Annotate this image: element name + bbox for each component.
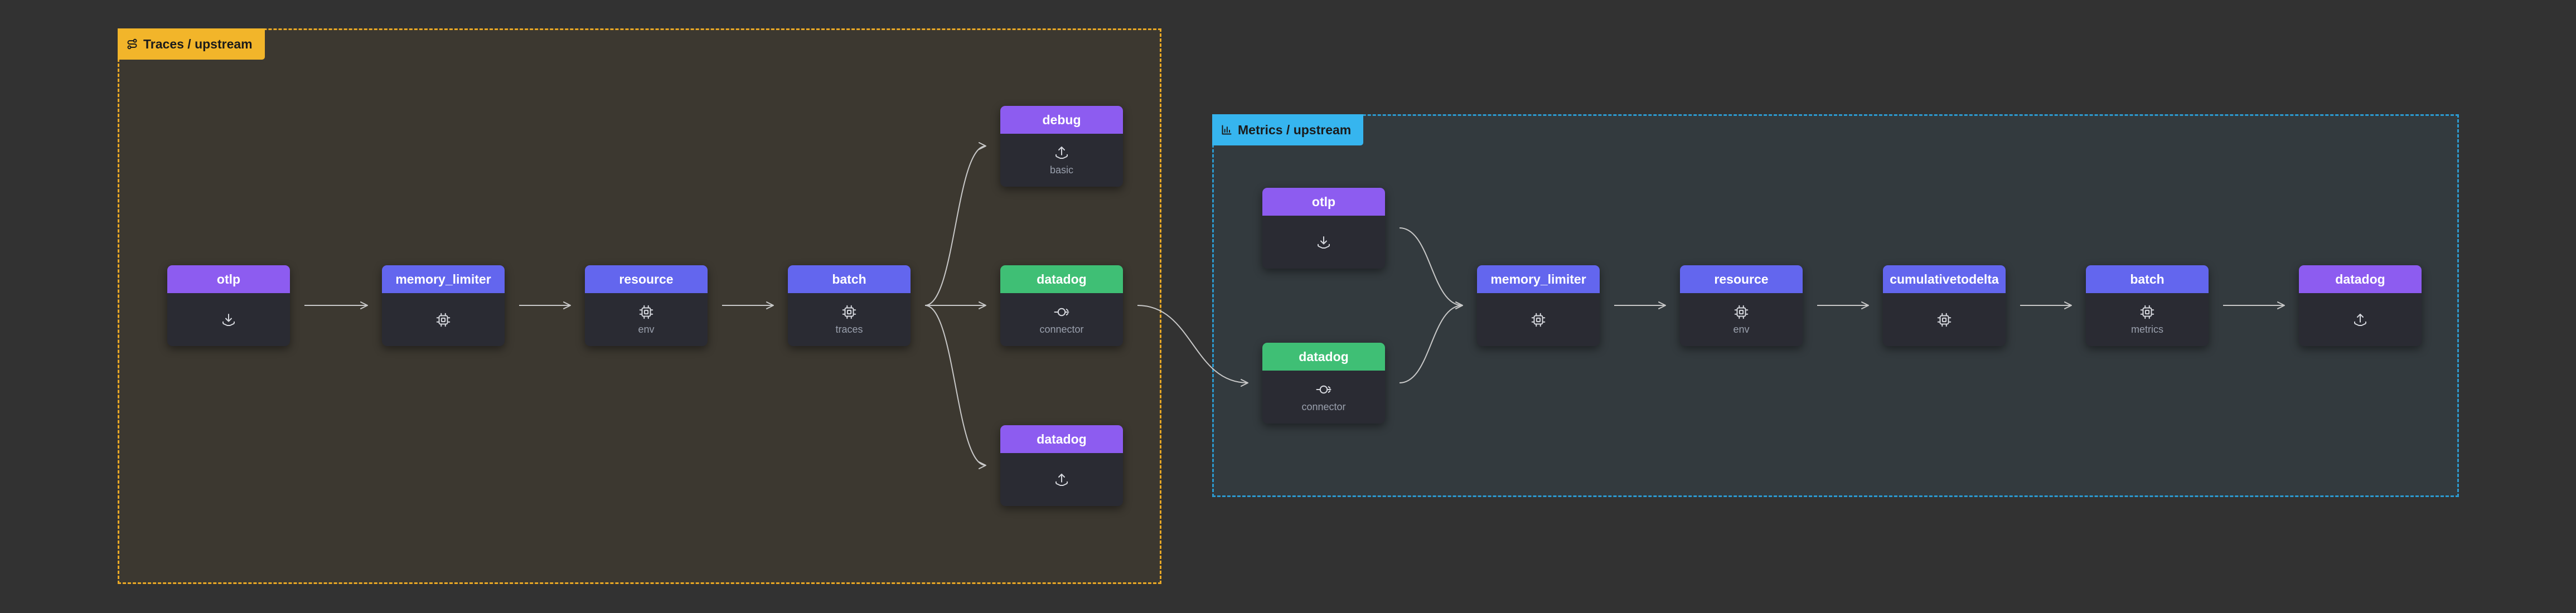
node-header: batch bbox=[2086, 265, 2209, 293]
node-header: otlp bbox=[167, 265, 290, 293]
node-subtitle: metrics bbox=[2131, 324, 2163, 335]
connector-icon bbox=[1316, 385, 1331, 394]
node-subtitle: traces bbox=[835, 324, 863, 335]
node-subtitle: env bbox=[638, 324, 655, 335]
node-header: datadog bbox=[1000, 425, 1123, 453]
node-traces-resource[interactable]: resource env bbox=[585, 265, 708, 346]
edge-m_datadog_conn-to-m_memory_limiter bbox=[1399, 301, 1463, 383]
node-header: cumulativetodelta bbox=[1883, 265, 2006, 293]
node-traces-memory-limiter[interactable]: memory_limiter bbox=[382, 265, 505, 346]
download-icon bbox=[1318, 236, 1330, 249]
node-header: resource bbox=[1680, 265, 1803, 293]
node-subtitle: env bbox=[1733, 324, 1750, 335]
node-traces-datadog-connector[interactable]: datadog connector bbox=[1000, 265, 1123, 346]
connector-icon bbox=[1054, 308, 1069, 317]
cpu-icon bbox=[1531, 313, 1546, 327]
edge-t_datadog_conn-to-m_datadog_conn bbox=[1137, 305, 1248, 387]
cpu-icon bbox=[639, 305, 653, 319]
node-header: batch bbox=[788, 265, 911, 293]
node-traces-batch[interactable]: batch traces bbox=[788, 265, 911, 346]
cpu-icon bbox=[842, 305, 856, 319]
cpu-icon bbox=[1734, 305, 1749, 319]
cpu-icon bbox=[436, 313, 451, 327]
node-traces-debug-exporter[interactable]: debug basic bbox=[1000, 106, 1123, 187]
node-subtitle: connector bbox=[1301, 401, 1346, 412]
node-header: otlp bbox=[1262, 188, 1385, 216]
node-metrics-batch[interactable]: batch metrics bbox=[2086, 265, 2209, 346]
edge-t_batch-to-t_debug bbox=[924, 142, 986, 306]
cpu-icon bbox=[2140, 305, 2154, 319]
node-subtitle: basic bbox=[1049, 164, 1074, 176]
node-subtitle: connector bbox=[1039, 324, 1084, 335]
node-metrics-resource[interactable]: resource env bbox=[1680, 265, 1803, 346]
upload-icon bbox=[1055, 147, 1068, 159]
node-traces-otlp-receiver[interactable]: otlp bbox=[167, 265, 290, 346]
download-icon bbox=[222, 313, 235, 326]
pipeline-canvas: Traces / upstream Metrics / upstream otl… bbox=[0, 0, 2576, 613]
upload-icon bbox=[1055, 473, 1068, 486]
node-header: memory_limiter bbox=[1477, 265, 1600, 293]
node-header: memory_limiter bbox=[382, 265, 505, 293]
upload-icon bbox=[2354, 313, 2366, 326]
node-header: debug bbox=[1000, 106, 1123, 134]
node-metrics-datadog-exporter[interactable]: datadog bbox=[2299, 265, 2422, 346]
edge-m_otlp-to-m_memory_limiter bbox=[1399, 227, 1463, 309]
node-header: datadog bbox=[1262, 343, 1385, 371]
node-metrics-datadog-connector[interactable]: datadog connector bbox=[1262, 343, 1385, 424]
cpu-icon bbox=[1937, 313, 1952, 327]
node-header: datadog bbox=[2299, 265, 2422, 293]
node-metrics-cumulativetodelta[interactable]: cumulativetodelta bbox=[1883, 265, 2006, 346]
edge-t_batch-to-t_datadog_exp bbox=[924, 305, 986, 469]
node-header: datadog bbox=[1000, 265, 1123, 293]
node-header: resource bbox=[585, 265, 708, 293]
node-metrics-memory-limiter[interactable]: memory_limiter bbox=[1477, 265, 1600, 346]
node-traces-datadog-exporter[interactable]: datadog bbox=[1000, 425, 1123, 506]
node-metrics-otlp-receiver[interactable]: otlp bbox=[1262, 188, 1385, 269]
